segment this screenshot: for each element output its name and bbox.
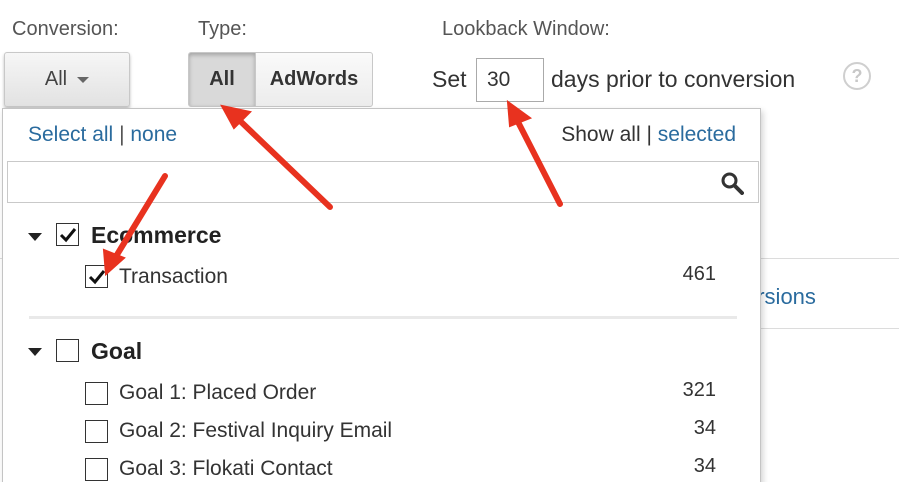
lookback-prefix: Set <box>432 66 467 92</box>
item-label-goal-2: Goal 2: Festival Inquiry Email <box>119 419 393 442</box>
lookback-days-input[interactable] <box>476 58 544 102</box>
help-icon[interactable]: ? <box>843 62 871 90</box>
type-label: Type: <box>198 18 247 40</box>
background-divider <box>761 258 899 259</box>
item-count: 34 <box>693 417 716 439</box>
background-divider <box>761 328 899 329</box>
conversion-dropdown-button[interactable]: All <box>4 52 130 107</box>
item-checkbox-goal-3[interactable] <box>85 458 108 481</box>
item-checkbox-transaction[interactable] <box>85 265 108 288</box>
group-divider <box>29 316 737 319</box>
group-label-goal: Goal <box>91 338 143 364</box>
conversion-dropdown-value: All <box>44 68 68 90</box>
lookback-label: Lookback Window: <box>442 18 610 40</box>
item-label-goal-3: Goal 3: Flokati Contact <box>119 457 333 480</box>
lookback-suffix: days prior to conversion <box>551 66 796 92</box>
group-checkbox-ecommerce[interactable] <box>56 223 79 246</box>
separator: | <box>119 123 125 146</box>
item-label-transaction: Transaction <box>119 265 228 288</box>
item-checkbox-goal-2[interactable] <box>85 420 108 443</box>
group-checkbox-goal[interactable] <box>56 339 79 362</box>
search-input[interactable] <box>7 161 759 203</box>
item-count: 34 <box>693 455 716 477</box>
conversion-label: Conversion: <box>12 18 119 40</box>
search-icon[interactable] <box>720 171 744 195</box>
select-none-link[interactable]: none <box>130 123 177 146</box>
item-count: 461 <box>682 263 716 285</box>
collapse-triangle-icon[interactable] <box>28 233 42 241</box>
select-all-link[interactable]: Select all <box>28 123 113 146</box>
select-controls: Select all | none <box>28 123 177 147</box>
caret-down-icon <box>77 76 90 83</box>
conversion-dropdown-panel: Select all | none Show all | selected Ec… <box>2 108 761 482</box>
show-controls: Show all | selected <box>561 123 736 147</box>
item-label-goal-1: Goal 1: Placed Order <box>119 381 317 404</box>
group-label-ecommerce: Ecommerce <box>91 222 222 248</box>
collapse-triangle-icon[interactable] <box>28 348 42 356</box>
item-checkbox-goal-1[interactable] <box>85 382 108 405</box>
type-adwords-button[interactable]: AdWords <box>255 52 373 107</box>
item-count: 321 <box>682 379 716 401</box>
type-all-button[interactable]: All <box>188 52 256 107</box>
show-all-link[interactable]: Show all <box>561 123 640 146</box>
show-selected-link[interactable]: selected <box>658 123 736 146</box>
separator: | <box>646 123 652 146</box>
